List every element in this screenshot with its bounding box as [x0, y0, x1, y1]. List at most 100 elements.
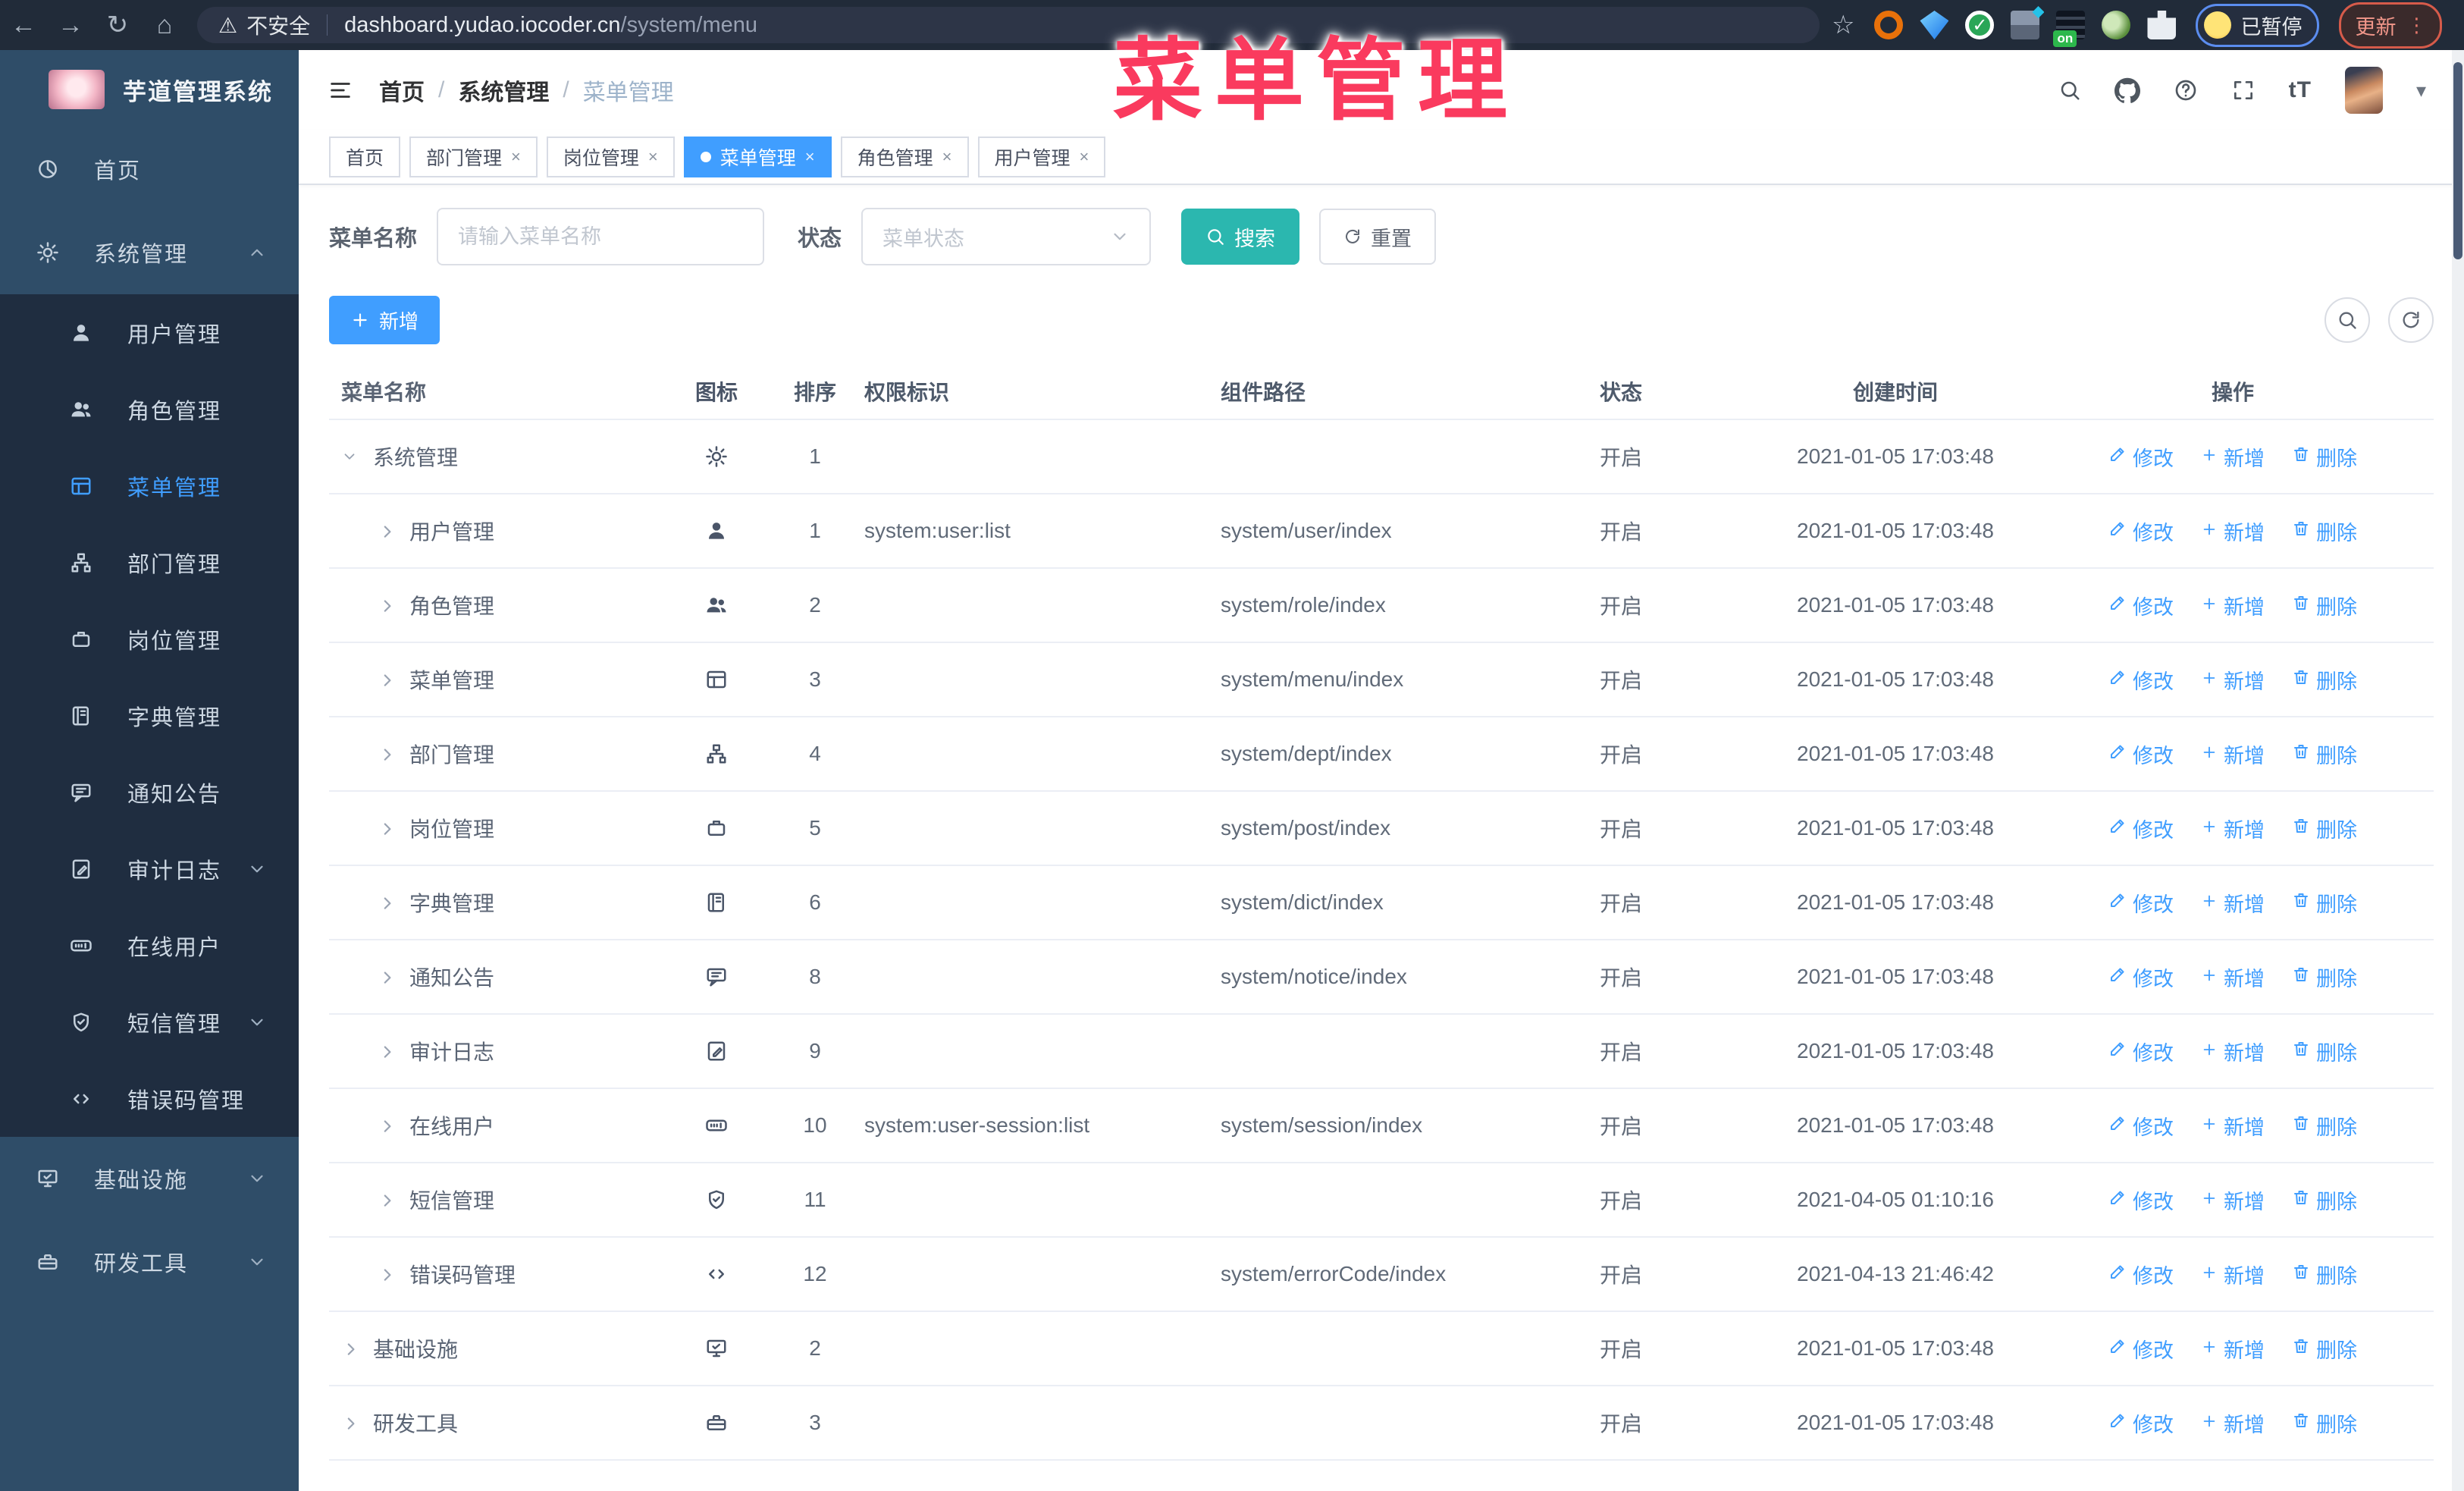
close-icon[interactable]: ×	[1080, 147, 1089, 167]
add-link[interactable]: 新增	[2201, 1185, 2265, 1215]
status-select[interactable]: 菜单状态	[861, 208, 1152, 265]
sidebar-item-dashboard[interactable]: 首页	[0, 127, 299, 211]
search-icon[interactable]	[2058, 79, 2081, 102]
tab-角色管理[interactable]: 角色管理 ×	[840, 137, 969, 177]
add-link[interactable]: 新增	[2201, 1408, 2265, 1438]
edit-link[interactable]: 修改	[2108, 442, 2174, 472]
add-button[interactable]: 新增	[329, 296, 440, 344]
add-link[interactable]: 新增	[2201, 1334, 2265, 1364]
ext-monkey-icon[interactable]	[2102, 11, 2131, 39]
sidebar-item-monitor[interactable]: 基础设施	[0, 1137, 299, 1220]
ext-orange-icon[interactable]	[1874, 11, 1904, 39]
hamburger-icon[interactable]	[328, 77, 353, 103]
menu-name-input[interactable]	[437, 208, 765, 265]
caret-collapsed-icon[interactable]	[378, 819, 397, 837]
sidebar-item-message[interactable]: 通知公告	[0, 754, 299, 830]
breadcrumb-system[interactable]: 系统管理	[458, 74, 549, 107]
refresh-table-button[interactable]	[2388, 297, 2434, 343]
add-link[interactable]: 新增	[2201, 962, 2265, 992]
tab-部门管理[interactable]: 部门管理 ×	[409, 137, 538, 177]
scrollbar-thumb[interactable]	[2453, 62, 2462, 259]
github-icon[interactable]	[2114, 77, 2140, 103]
edit-link[interactable]: 修改	[2108, 1260, 2174, 1289]
delete-link[interactable]: 删除	[2292, 739, 2357, 769]
address-bar[interactable]: ⚠ 不安全 dashboard.yudao.iocoder.cn /system…	[197, 7, 1820, 43]
security-label[interactable]: 不安全	[246, 10, 310, 40]
add-link[interactable]: 新增	[2201, 1111, 2265, 1141]
caret-expanded-icon[interactable]	[341, 448, 361, 465]
close-icon[interactable]: ×	[805, 147, 815, 167]
add-link[interactable]: 新增	[2201, 1260, 2265, 1289]
edit-link[interactable]: 修改	[2108, 1111, 2174, 1141]
caret-collapsed-icon[interactable]	[378, 1265, 397, 1283]
chrome-update-button[interactable]: 更新 ⋮	[2339, 2, 2443, 49]
edit-link[interactable]: 修改	[2108, 665, 2174, 695]
caret-collapsed-icon[interactable]	[378, 1191, 397, 1209]
caret-collapsed-icon[interactable]	[341, 1414, 361, 1432]
add-link[interactable]: 新增	[2201, 665, 2265, 695]
edit-link[interactable]: 修改	[2108, 814, 2174, 843]
caret-down-icon[interactable]: ▾	[2416, 79, 2426, 102]
reload-icon[interactable]: ↻	[94, 10, 141, 40]
ext-check-icon[interactable]: ✓	[1965, 11, 1995, 39]
caret-collapsed-icon[interactable]	[378, 670, 397, 689]
add-link[interactable]: 新增	[2201, 814, 2265, 843]
toggle-search-button[interactable]	[2324, 297, 2370, 343]
delete-link[interactable]: 删除	[2292, 1408, 2357, 1438]
tab-菜单管理[interactable]: 菜单管理 ×	[683, 137, 832, 177]
caret-collapsed-icon[interactable]	[378, 745, 397, 763]
delete-link[interactable]: 删除	[2292, 1111, 2357, 1141]
sidebar-item-dict[interactable]: 字典管理	[0, 677, 299, 754]
close-icon[interactable]: ×	[942, 147, 952, 167]
help-icon[interactable]	[2174, 78, 2198, 102]
caret-collapsed-icon[interactable]	[378, 1116, 397, 1135]
app-logo-row[interactable]: 芋道管理系统	[0, 50, 299, 127]
reset-button[interactable]: 重置	[1319, 209, 1437, 265]
close-icon[interactable]: ×	[648, 147, 658, 167]
ext-blocks-icon[interactable]	[2011, 11, 2040, 39]
add-link[interactable]: 新增	[2201, 516, 2265, 546]
edit-link[interactable]: 修改	[2108, 1037, 2174, 1066]
sidebar-item-users[interactable]: 角色管理	[0, 371, 299, 447]
caret-collapsed-icon[interactable]	[378, 968, 397, 986]
back-icon[interactable]: ←	[0, 11, 47, 40]
edit-link[interactable]: 修改	[2108, 1185, 2174, 1215]
caret-collapsed-icon[interactable]	[378, 596, 397, 614]
page-scrollbar[interactable]	[2452, 50, 2464, 1491]
text-size-icon[interactable]: tT	[2289, 77, 2312, 103]
sidebar-item-log[interactable]: 审计日志	[0, 830, 299, 907]
edit-link[interactable]: 修改	[2108, 962, 2174, 992]
caret-collapsed-icon[interactable]	[341, 1339, 361, 1358]
tab-用户管理[interactable]: 用户管理 ×	[977, 137, 1106, 177]
fullscreen-icon[interactable]	[2231, 78, 2256, 102]
sidebar-item-post[interactable]: 岗位管理	[0, 601, 299, 677]
delete-link[interactable]: 删除	[2292, 516, 2357, 546]
caret-collapsed-icon[interactable]	[378, 522, 397, 540]
avatar[interactable]	[2344, 67, 2383, 114]
tab-岗位管理[interactable]: 岗位管理 ×	[546, 137, 675, 177]
caret-collapsed-icon[interactable]	[378, 1042, 397, 1060]
delete-link[interactable]: 删除	[2292, 665, 2357, 695]
edit-link[interactable]: 修改	[2108, 888, 2174, 918]
sidebar-item-user[interactable]: 用户管理	[0, 294, 299, 371]
edit-link[interactable]: 修改	[2108, 739, 2174, 769]
sidebar-item-online[interactable]: 在线用户	[0, 907, 299, 984]
profile-paused-badge[interactable]: 已暂停	[2196, 3, 2320, 47]
delete-link[interactable]: 删除	[2292, 1260, 2357, 1289]
add-link[interactable]: 新增	[2201, 591, 2265, 620]
edit-link[interactable]: 修改	[2108, 1408, 2174, 1438]
edit-link[interactable]: 修改	[2108, 516, 2174, 546]
close-icon[interactable]: ×	[511, 147, 521, 167]
sidebar-item-code[interactable]: 错误码管理	[0, 1060, 299, 1137]
home-icon[interactable]: ⌂	[141, 11, 188, 40]
delete-link[interactable]: 删除	[2292, 1185, 2357, 1215]
add-link[interactable]: 新增	[2201, 739, 2265, 769]
sidebar-item-menu[interactable]: 菜单管理	[0, 447, 299, 524]
ext-puzzle-icon[interactable]	[2147, 11, 2177, 39]
delete-link[interactable]: 删除	[2292, 591, 2357, 620]
add-link[interactable]: 新增	[2201, 442, 2265, 472]
menu-dots-icon[interactable]: ⋮	[2406, 14, 2426, 37]
forward-icon[interactable]: →	[47, 11, 94, 40]
bookmark-star-icon[interactable]: ☆	[1832, 10, 1854, 40]
delete-link[interactable]: 删除	[2292, 888, 2357, 918]
